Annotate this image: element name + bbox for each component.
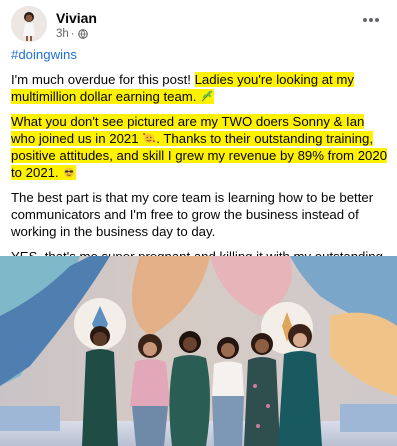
hashtag-line: #doingwins — [11, 46, 389, 63]
paragraph-3: The best part is that my core team is le… — [11, 190, 374, 239]
avatar[interactable] — [11, 6, 47, 42]
meta-separator: · — [70, 28, 75, 40]
author-name[interactable]: Vivian — [56, 10, 97, 26]
timestamp[interactable]: 3h — [56, 28, 69, 40]
post-text: #doingwins I'm much overdue for this pos… — [11, 46, 389, 290]
hashtag-link[interactable]: #doingwins — [11, 47, 77, 62]
smiling-face-with-hearts-icon — [143, 133, 156, 144]
more-options-icon[interactable] — [359, 10, 383, 30]
globe-icon[interactable] — [77, 29, 88, 39]
paragraph-1: I'm much overdue for this post! Ladies y… — [11, 71, 389, 105]
post-photo[interactable] — [0, 256, 397, 446]
herb-icon — [201, 90, 213, 102]
sunglasses-face-icon — [64, 167, 75, 178]
paragraph-2: What you don't see pictured are my TWO d… — [11, 113, 389, 181]
post-header: Vivian 3h · — [11, 6, 387, 42]
paragraph-2-highlight: What you don't see pictured are my TWO d… — [11, 114, 388, 180]
paragraph-1-text: I'm much overdue for this post! — [11, 72, 195, 87]
post-meta: 3h · — [56, 28, 88, 40]
facebook-post: Vivian 3h · #doingwins I'm much overdue — [0, 0, 397, 446]
